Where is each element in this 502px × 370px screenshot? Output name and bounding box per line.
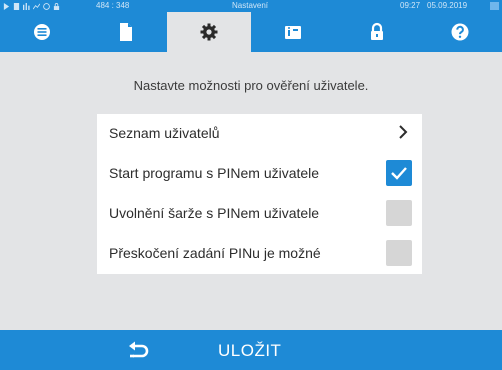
checkbox-skip-pin-entry[interactable] <box>386 239 412 266</box>
lock-small-icon <box>53 2 60 10</box>
lock-icon <box>370 22 383 40</box>
checkbox-batch-release-pin[interactable] <box>386 199 412 226</box>
bars-icon <box>23 2 30 10</box>
document-icon <box>119 23 132 41</box>
chart-icon <box>33 3 40 9</box>
tab-programs[interactable] <box>0 12 84 52</box>
gear-icon <box>200 23 218 41</box>
bottom-action-bar: ULOŽIT <box>0 330 502 370</box>
help-icon <box>451 23 469 41</box>
clock-date: 05.09.2019 <box>427 1 468 10</box>
instruction-text: Nastavte možnosti pro ověření uživatele. <box>133 78 369 93</box>
tab-security[interactable] <box>335 12 419 52</box>
tab-settings[interactable] <box>167 12 252 52</box>
device-info-icon <box>284 26 301 39</box>
user-list-link[interactable]: Seznam uživatelů <box>97 114 422 151</box>
back-arrow-icon <box>129 341 149 358</box>
document-small-icon <box>13 2 20 10</box>
option-label: Přeskočení zadání PINu je možné <box>109 244 321 261</box>
clock-icon <box>43 2 50 10</box>
tab-bar <box>0 12 502 52</box>
play-icon <box>3 2 10 10</box>
status-bar: 484 : 348 Nastavení 09:27 05.09.2019 <box>0 0 502 12</box>
save-button[interactable]: ULOŽIT <box>218 336 281 366</box>
options-panel: Seznam uživatelů Start programu s PINem … <box>97 114 422 274</box>
checkmark-icon <box>391 166 407 180</box>
back-button[interactable] <box>114 336 164 366</box>
tab-device-info[interactable] <box>251 12 335 52</box>
screen-title: Nastavení <box>232 1 269 10</box>
chevron-right-icon <box>399 125 408 139</box>
option-start-program-pin[interactable]: Start programu s PINem uživatele <box>97 154 422 191</box>
checkbox-start-program-pin[interactable] <box>386 159 412 186</box>
tab-logs[interactable] <box>84 12 168 52</box>
option-label: Seznam uživatelů <box>109 124 220 141</box>
option-skip-pin-entry[interactable]: Přeskočení zadání PINu je možné <box>97 234 422 271</box>
option-batch-release-pin[interactable]: Uvolnění šarže s PINem uživatele <box>97 194 422 231</box>
option-label: Start programu s PINem uživatele <box>109 164 320 181</box>
language-flag-icon <box>490 2 499 10</box>
clock-time: 09:27 <box>400 1 421 10</box>
list-icon <box>33 24 50 40</box>
tab-help[interactable] <box>418 12 502 52</box>
cursor-coordinates: 484 : 348 <box>96 1 130 10</box>
option-label: Uvolnění šarže s PINem uživatele <box>109 204 320 221</box>
status-icons <box>3 0 60 12</box>
